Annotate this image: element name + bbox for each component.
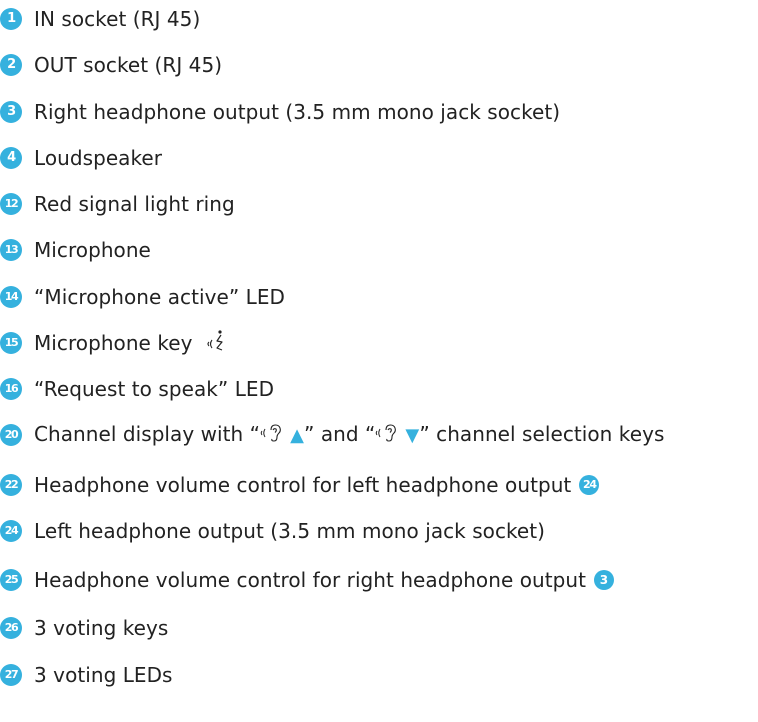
legend-text-part: ” channel selection keys (419, 421, 665, 446)
listen-ear-icon (260, 422, 284, 449)
number-badge: 27 (0, 664, 22, 686)
legend-item-label: 3 voting LEDs (34, 663, 173, 687)
legend-item-label: OUT socket (RJ 45) (34, 53, 223, 77)
number-badge: 26 (0, 617, 22, 639)
legend-item-label: 3 voting keys (34, 616, 169, 640)
legend-item-label: Headphone volume control for left headph… (34, 473, 572, 497)
number-badge: 16 (0, 378, 22, 400)
legend-item-label: Left headphone output (3.5 mm mono jack … (34, 519, 546, 543)
legend-item-3: 3 Right headphone output (3.5 mm mono ja… (0, 95, 560, 129)
number-badge: 3 (0, 101, 22, 123)
number-badge: 1 (0, 8, 22, 30)
number-badge: 4 (0, 147, 22, 169)
number-badge: 2 (0, 54, 22, 76)
legend-item-4: 4 Loudspeaker (0, 141, 162, 175)
legend-item-13: 13 Microphone (0, 233, 151, 267)
channel-down-key: ▼ (405, 424, 420, 446)
legend-item-15: 15 Microphone key (0, 326, 230, 360)
legend-item-label: IN socket (RJ 45) (34, 7, 201, 31)
legend-text-part: ” and “ (304, 421, 376, 446)
legend-item-2: 2 OUT socket (RJ 45) (0, 48, 222, 82)
number-badge: 25 (0, 569, 22, 591)
legend-item-label: Headphone volume control for right headp… (34, 568, 586, 592)
reference-badge: 3 (593, 570, 614, 590)
legend-item-label: “Microphone active” LED (34, 285, 285, 309)
parts-legend: 1 IN socket (RJ 45) 2 OUT socket (RJ 45)… (0, 0, 758, 722)
legend-item-label: Loudspeaker (34, 146, 163, 170)
legend-item-12: 12 Red signal light ring (0, 187, 235, 221)
legend-item-24: 24 Left headphone output (3.5 mm mono ja… (0, 514, 545, 548)
legend-item-25: 25 Headphone volume control for right he… (0, 563, 614, 597)
legend-text-part: Channel display with “ (34, 421, 261, 446)
legend-item-label: “Request to speak” LED (34, 377, 275, 401)
number-badge: 20 (0, 424, 22, 446)
listen-ear-icon (375, 422, 399, 449)
number-badge: 15 (0, 332, 22, 354)
legend-item-20: 20 Channel display with “ ▲” and “ ▼” ch… (0, 418, 664, 452)
legend-item-14: 14 “Microphone active” LED (0, 280, 285, 314)
legend-item-label: Microphone (34, 238, 151, 262)
legend-item-label: Red signal light ring (34, 192, 235, 216)
channel-up-key: ▲ (290, 424, 304, 446)
legend-item-label: Right headphone output (3.5 mm mono jack… (34, 100, 561, 124)
number-badge: 24 (0, 520, 22, 542)
legend-item-16: 16 “Request to speak” LED (0, 372, 274, 406)
legend-item-27: 27 3 voting LEDs (0, 658, 173, 692)
legend-item-26: 26 3 voting keys (0, 611, 168, 645)
legend-item-22: 22 Headphone volume control for left hea… (0, 468, 600, 502)
number-badge: 12 (0, 193, 22, 215)
microphone-speak-icon (204, 328, 230, 358)
legend-item-1: 1 IN socket (RJ 45) (0, 2, 200, 36)
number-badge: 14 (0, 286, 22, 308)
number-badge: 13 (0, 239, 22, 261)
reference-badge: 24 (579, 475, 600, 495)
legend-item-label: Microphone key (34, 331, 193, 355)
legend-item-label: Channel display with “ ▲” and “ ▼” chann… (34, 422, 664, 449)
number-badge: 22 (0, 474, 22, 496)
